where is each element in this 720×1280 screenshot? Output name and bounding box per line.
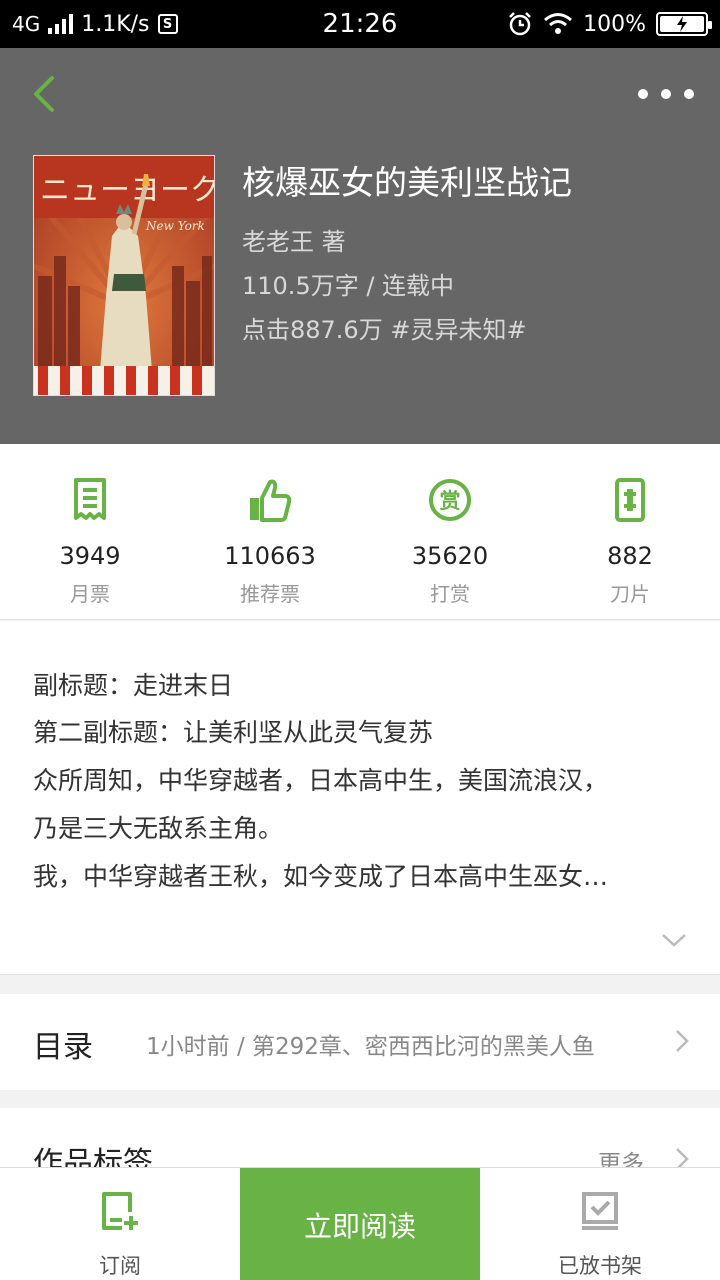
chevron-right-icon [676,1030,689,1052]
stat-label: 打赏 [430,582,470,606]
stat-recommend-ticket[interactable]: 110663 推荐票 [180,444,360,619]
expand-chevron-icon[interactable] [660,930,688,950]
read-now-button[interactable]: 立即阅读 [240,1168,480,1280]
latest-chapter: 1小时前 / 第292章、密西西比河的黑美人鱼 [146,1034,595,1060]
description-line: 众所周知，中华穿越者，日本高中生，美国流浪汉， [33,766,609,795]
dot-icon [638,89,648,99]
blade-icon [615,478,645,522]
dot-icon [661,89,671,99]
wifi-icon [544,13,573,34]
description-line: 我，中华穿越者王秋，如今变成了日本高中生巫女… [33,862,609,891]
network-type: 4G [12,12,41,36]
book-title: 核爆巫女的美利坚战记 [242,163,572,202]
status-bar: 4G 1.1K/s S 21:26 100% [0,0,720,48]
toc-label: 目录 [33,1030,93,1065]
thumbs-up-icon [250,479,292,522]
on-shelf-button[interactable]: 已放书架 [480,1168,720,1280]
book-cover[interactable]: ニューヨーク New York [33,155,215,396]
book-description[interactable]: 副标题：走进末日 第二副标题：让美利坚从此灵气复苏 众所周知，中华穿越者，日本高… [0,621,720,975]
svg-text:New York: New York [145,219,205,233]
book-author[interactable]: 老老王 著 [242,222,346,257]
stat-value: 3949 [59,542,121,570]
description-line: 副标题：走进末日 [33,671,234,700]
network-speed: 1.1K/s [81,11,150,37]
book-clicks-genre: 点击887.6万 #灵异未知# [242,316,527,344]
subscribe-icon [102,1192,138,1230]
description-line: 第二副标题：让美利坚从此灵气复苏 [33,718,434,747]
stat-label: 推荐票 [240,582,300,606]
description-line: 乃是三大无敌系主角。 [33,814,284,843]
cover-art: ニューヨーク New York [34,156,215,395]
more-options-button[interactable] [638,76,694,112]
monthly-ticket-icon [74,478,106,520]
svg-text:赏: 赏 [440,489,461,513]
cover-title-text: ニューヨーク [40,173,215,208]
read-now-label: 立即阅读 [303,1209,416,1243]
status-right: 100% [507,0,712,48]
dot-icon [684,89,694,99]
stat-value: 882 [607,542,653,570]
stat-label: 刀片 [610,582,650,606]
reward-icon: 赏 [429,479,471,521]
stat-value: 110663 [224,542,316,570]
book-header: ニューヨーク New York 核爆巫女的美利坚战记 老老王 著 110.5万字… [0,48,720,444]
battery-icon [656,12,712,36]
stat-blade[interactable]: 882 刀片 [540,444,720,619]
stats-row: 3949 月票 110663 推荐票 赏 35620 打赏 882 刀片 [0,444,720,620]
alarm-icon [509,12,531,36]
stat-reward[interactable]: 赏 35620 打赏 [360,444,540,619]
back-button[interactable] [22,72,66,116]
stat-value: 35620 [411,542,489,570]
stat-label: 月票 [70,582,110,606]
subscribe-label: 订阅 [99,1254,141,1278]
subscribe-button[interactable]: 订阅 [0,1168,240,1280]
bottom-action-bar: 订阅 立即阅读 已放书架 [0,1167,720,1280]
signal-icon [48,14,74,34]
battery-percent: 100% [583,11,646,37]
stat-monthly-ticket[interactable]: 3949 月票 [0,444,180,619]
on-shelf-label: 已放书架 [558,1254,642,1278]
bookshelf-check-icon [582,1192,618,1230]
book-word-count: 110.5万字 / 连载中 [242,272,455,300]
s-badge-icon: S [157,14,178,34]
status-left: 4G 1.1K/s S [12,0,178,48]
table-of-contents-row[interactable]: 目录 1小时前 / 第292章、密西西比河的黑美人鱼 [0,994,720,1090]
